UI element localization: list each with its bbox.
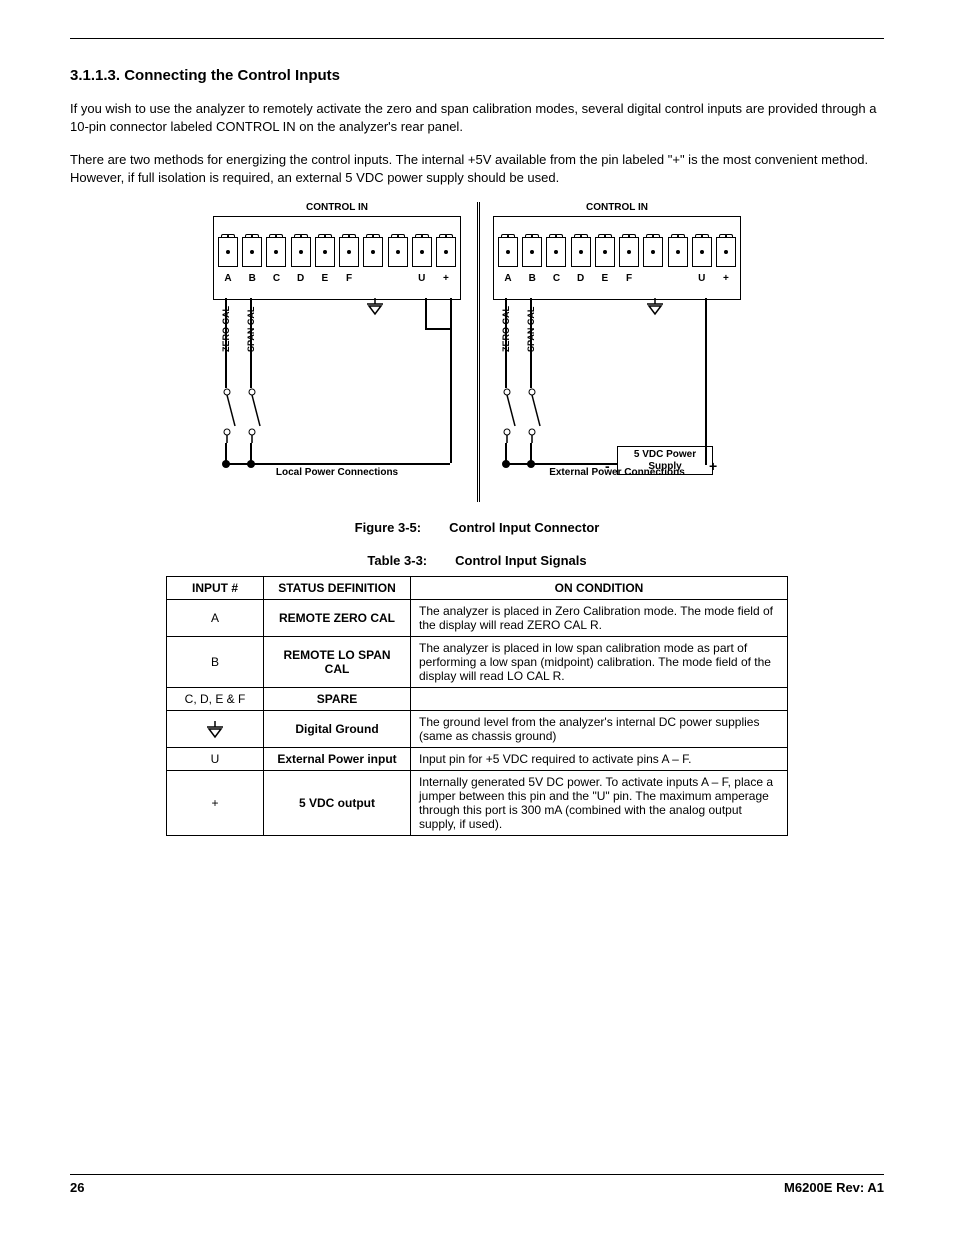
paragraph-2: There are two methods for energizing the… bbox=[70, 151, 884, 186]
cell-status: SPARE bbox=[264, 688, 411, 711]
span-cal-label: SPAN CAL bbox=[246, 307, 256, 352]
terminal bbox=[498, 237, 518, 267]
pin-label: F bbox=[619, 273, 639, 284]
paragraph-1: If you wish to use the analyzer to remot… bbox=[70, 100, 884, 135]
terminal bbox=[595, 237, 615, 267]
terminal bbox=[619, 237, 639, 267]
pin-label: C bbox=[266, 273, 286, 284]
pin-label: A bbox=[218, 273, 238, 284]
connector-title: CONTROL IN bbox=[207, 202, 467, 213]
pin-label: E bbox=[595, 273, 615, 284]
cell-status: 5 VDC output bbox=[264, 771, 411, 836]
cell-input: U bbox=[167, 748, 264, 771]
page-number: 26 bbox=[70, 1180, 84, 1195]
cell-condition: Input pin for +5 VDC required to activat… bbox=[411, 748, 788, 771]
ground-icon bbox=[205, 719, 225, 739]
cell-condition: Internally generated 5V DC power. To act… bbox=[411, 771, 788, 836]
cell-input: B bbox=[167, 637, 264, 688]
pin-label: B bbox=[522, 273, 542, 284]
terminal bbox=[412, 237, 432, 267]
control-input-diagram: CONTROL IN ABCDEFU+ ZERO CAL SPAN CAL bbox=[207, 202, 747, 502]
switch-a bbox=[497, 388, 517, 443]
zero-cal-label: ZERO CAL bbox=[221, 306, 231, 352]
table-row: BREMOTE LO SPAN CALThe analyzer is place… bbox=[167, 637, 788, 688]
pin-label bbox=[363, 273, 383, 284]
pin-label: C bbox=[546, 273, 566, 284]
cell-condition: The analyzer is placed in low span calib… bbox=[411, 637, 788, 688]
pin-label bbox=[643, 273, 663, 284]
cell-input bbox=[167, 711, 264, 748]
terminal bbox=[546, 237, 566, 267]
pin-label: + bbox=[436, 273, 456, 284]
th-status: STATUS DEFINITION bbox=[264, 577, 411, 600]
terminal bbox=[571, 237, 591, 267]
cell-status: REMOTE ZERO CAL bbox=[264, 600, 411, 637]
pin-label: E bbox=[315, 273, 335, 284]
terminal bbox=[436, 237, 456, 267]
table-caption: Table 3-3:Control Input Signals bbox=[70, 553, 884, 568]
pin-label: D bbox=[291, 273, 311, 284]
pin-label: A bbox=[498, 273, 518, 284]
cell-condition: The ground level from the analyzer's int… bbox=[411, 711, 788, 748]
terminal bbox=[716, 237, 736, 267]
terminal bbox=[242, 237, 262, 267]
table-row: +5 VDC outputInternally generated 5V DC … bbox=[167, 771, 788, 836]
diagram-local-power: CONTROL IN ABCDEF U + ZERO CAL SPAN CAL bbox=[207, 202, 467, 502]
table-row: AREMOTE ZERO CALThe analyzer is placed i… bbox=[167, 600, 788, 637]
pin-label: U bbox=[692, 273, 712, 284]
pin-label: + bbox=[716, 273, 736, 284]
th-cond: ON CONDITION bbox=[411, 577, 788, 600]
cell-input: C, D, E & F bbox=[167, 688, 264, 711]
table-row: UExternal Power inputInput pin for +5 VD… bbox=[167, 748, 788, 771]
cell-condition bbox=[411, 688, 788, 711]
terminal bbox=[388, 237, 408, 267]
terminal bbox=[339, 237, 359, 267]
cell-status: REMOTE LO SPAN CAL bbox=[264, 637, 411, 688]
cell-input: + bbox=[167, 771, 264, 836]
table-row: C, D, E & FSPARE bbox=[167, 688, 788, 711]
terminal bbox=[668, 237, 688, 267]
cell-input: A bbox=[167, 600, 264, 637]
cell-condition: The analyzer is placed in Zero Calibrati… bbox=[411, 600, 788, 637]
control-input-signals-table: INPUT # STATUS DEFINITION ON CONDITION A… bbox=[166, 576, 788, 836]
pin-label: F bbox=[339, 273, 359, 284]
terminal bbox=[218, 237, 238, 267]
pin-label bbox=[668, 273, 688, 284]
terminal bbox=[643, 237, 663, 267]
terminal bbox=[315, 237, 335, 267]
ground-icon bbox=[645, 298, 665, 316]
diagram-caption-left: Local Power Connections bbox=[207, 467, 467, 478]
span-cal-label: SPAN CAL bbox=[526, 307, 536, 352]
cell-status: External Power input bbox=[264, 748, 411, 771]
cell-status: Digital Ground bbox=[264, 711, 411, 748]
terminal bbox=[363, 237, 383, 267]
terminal bbox=[522, 237, 542, 267]
figure-caption: Figure 3-5:Control Input Connector bbox=[70, 520, 884, 535]
ground-icon bbox=[365, 298, 385, 316]
switch-b bbox=[522, 388, 542, 443]
diagram-caption-right: External Power Connections bbox=[487, 467, 747, 478]
pin-label: D bbox=[571, 273, 591, 284]
pin-label: B bbox=[242, 273, 262, 284]
switch-a bbox=[217, 388, 237, 443]
table-row: Digital GroundThe ground level from the … bbox=[167, 711, 788, 748]
th-input: INPUT # bbox=[167, 577, 264, 600]
diagram-external-power: CONTROL IN ABCDEF U + ZERO CAL SPAN CAL bbox=[487, 202, 747, 502]
pin-label: U bbox=[412, 273, 432, 284]
section-heading: 3.1.1.3. Connecting the Control Inputs bbox=[70, 67, 884, 84]
connector-title: CONTROL IN bbox=[487, 202, 747, 213]
doc-revision: M6200E Rev: A1 bbox=[784, 1180, 884, 1195]
switch-b bbox=[242, 388, 262, 443]
terminal bbox=[692, 237, 712, 267]
terminal bbox=[266, 237, 286, 267]
terminal bbox=[291, 237, 311, 267]
zero-cal-label: ZERO CAL bbox=[501, 306, 511, 352]
pin-label bbox=[388, 273, 408, 284]
